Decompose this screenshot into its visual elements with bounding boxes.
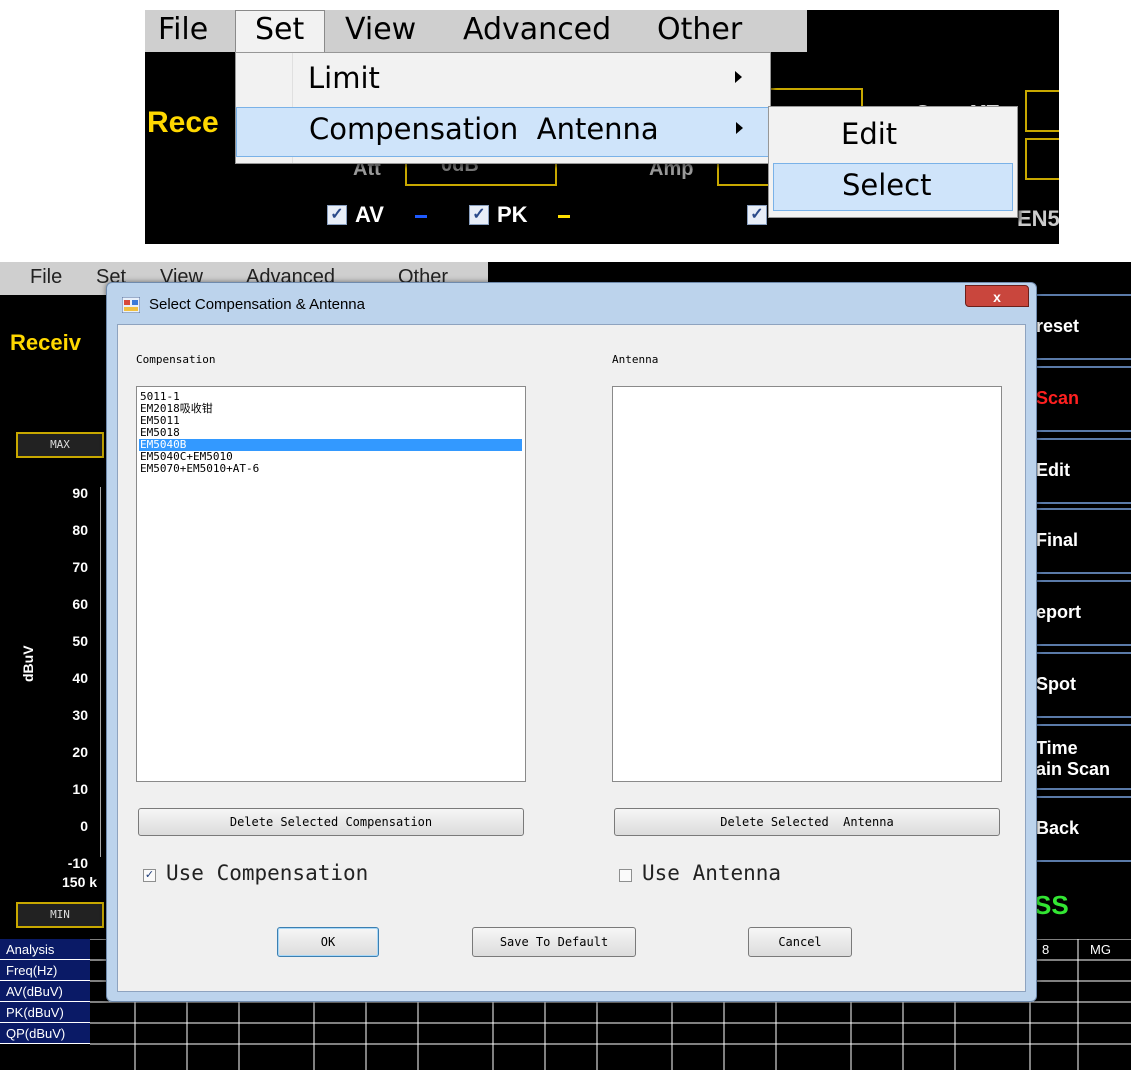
y-tick: 0	[80, 818, 88, 834]
y-axis-label: dBuV	[20, 645, 36, 682]
close-icon[interactable]: x	[965, 285, 1029, 307]
min-box[interactable]: MIN	[16, 902, 104, 928]
submenu-item-edit-label: Edit	[841, 117, 898, 151]
compensation-list[interactable]: 5011-1 EM2018吸收钳 EM5011 EM5018 EM5040B E…	[136, 386, 526, 782]
select-compensation-dialog: Select Compensation & Antenna x Compensa…	[106, 282, 1037, 1002]
use-compensation-label: Use Compensation	[166, 861, 369, 885]
preset-button[interactable]: reset	[1030, 294, 1131, 360]
max-box[interactable]: MAX	[16, 432, 104, 458]
menu-item-limit[interactable]: Limit	[236, 55, 770, 105]
time-domain-scan-label: Time	[1036, 738, 1078, 758]
pk-color-swatch	[558, 215, 570, 218]
x-start-label: 150 k	[62, 874, 98, 890]
list-item[interactable]: EM5011	[139, 415, 522, 427]
list-item[interactable]: EM5018	[139, 427, 522, 439]
use-compensation-checkbox[interactable]: ✓	[143, 869, 156, 882]
spot-button[interactable]: Spot	[1030, 652, 1131, 718]
ok-button[interactable]: OK	[277, 927, 379, 957]
col-header-8: 8	[1042, 942, 1050, 957]
menu-file[interactable]: File	[158, 12, 208, 47]
row-label-analysis: Analysis	[0, 939, 90, 960]
menu-set[interactable]: Set	[255, 12, 304, 47]
delete-compensation-button[interactable]: Delete Selected Compensation	[138, 808, 524, 836]
window-icon	[122, 297, 140, 313]
edit-button[interactable]: Edit	[1030, 438, 1131, 504]
menu-item-compensation-antenna[interactable]: Compensation Antenna	[236, 107, 770, 157]
y-tick: 30	[72, 707, 88, 723]
antenna-list[interactable]	[612, 386, 1002, 782]
antenna-label: Antenna	[612, 353, 659, 366]
col-header-mg: MG	[1090, 942, 1111, 957]
app-menu-file[interactable]: File	[30, 266, 62, 289]
pk-checkbox[interactable]: ✓	[469, 205, 489, 225]
y-tick: 10	[72, 781, 88, 797]
submenu-item-select-label: Select	[842, 168, 932, 202]
delete-antenna-button[interactable]: Delete Selected Antenna	[614, 808, 1000, 836]
cancel-button[interactable]: Cancel	[748, 927, 852, 957]
y-tick: 50	[72, 633, 88, 649]
list-item[interactable]: EM5070+EM5010+AT-6	[139, 463, 522, 475]
row-label-qp: QP(dBuV)	[0, 1023, 90, 1044]
status-pass-text: SS	[1034, 890, 1069, 920]
submenu-item-select[interactable]: Select	[773, 163, 1013, 211]
mt-box-2[interactable]	[1025, 138, 1059, 180]
av-color-swatch	[415, 215, 427, 218]
y-axis-line	[100, 487, 101, 857]
y-tick: 90	[72, 485, 88, 501]
menu-view[interactable]: View	[345, 12, 416, 47]
submenu-arrow-icon	[736, 122, 743, 134]
set-dropdown-menu: Limit Compensation Antenna	[235, 52, 771, 164]
dialog-body: Compensation Antenna 5011-1 EM2018吸收钳 EM…	[117, 324, 1026, 992]
time-domain-scan-button[interactable]: Time ain Scan	[1030, 724, 1131, 790]
row-label-freq: Freq(Hz)	[0, 960, 90, 981]
receiver-title: Rece	[147, 106, 219, 139]
scan-button[interactable]: Scan	[1030, 366, 1131, 432]
y-tick: 80	[72, 522, 88, 538]
limit-checkbox[interactable]: ✓	[747, 205, 767, 225]
y-tick: 60	[72, 596, 88, 612]
row-label-av: AV(dBuV)	[0, 981, 90, 1002]
use-antenna-label: Use Antenna	[642, 861, 782, 885]
submenu-arrow-icon	[735, 71, 742, 83]
back-button[interactable]: Back	[1030, 796, 1131, 862]
menu-other[interactable]: Other	[657, 12, 742, 47]
row-label-pk: PK(dBuV)	[0, 1002, 90, 1023]
save-to-default-button[interactable]: Save To Default	[472, 927, 636, 957]
report-button[interactable]: eport	[1030, 580, 1131, 646]
receiver-title: Receiv	[10, 330, 81, 355]
av-label: AV	[355, 202, 384, 227]
compensation-label: Compensation	[136, 353, 216, 366]
y-tick: 20	[72, 744, 88, 760]
menu-item-limit-label: Limit	[308, 61, 380, 95]
y-tick: -10	[67, 855, 88, 871]
y-tick: 40	[72, 670, 88, 686]
use-antenna-checkbox[interactable]	[619, 869, 632, 882]
compensation-submenu: Edit Select	[768, 106, 1018, 218]
time-domain-scan-label-2: ain Scan	[1036, 759, 1111, 779]
menu-screenshot: File Set View Advanced Other Rece 0dB At…	[145, 10, 1059, 244]
mt-box[interactable]	[1025, 90, 1059, 132]
list-item[interactable]: EM2018吸收钳	[139, 403, 522, 415]
submenu-item-edit[interactable]: Edit	[773, 111, 1013, 159]
final-button[interactable]: Final	[1030, 508, 1131, 574]
pk-label: PK	[497, 202, 528, 227]
y-tick: 70	[72, 559, 88, 575]
menu-item-compensation-label: Compensation Antenna	[309, 112, 659, 146]
standard-label: EN55	[1017, 206, 1059, 231]
av-checkbox[interactable]: ✓	[327, 205, 347, 225]
dialog-title: Select Compensation & Antenna	[149, 296, 365, 313]
menu-advanced[interactable]: Advanced	[463, 12, 611, 47]
